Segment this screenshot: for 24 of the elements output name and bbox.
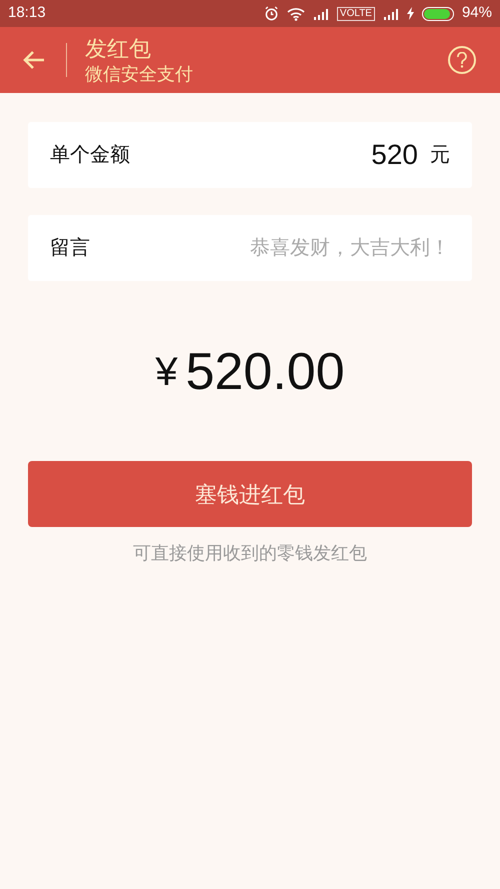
- hint-text: 可直接使用收到的零钱发红包: [133, 542, 367, 565]
- message-label: 留言: [50, 236, 90, 261]
- total-amount: 520.00: [186, 342, 345, 403]
- charging-icon: [406, 7, 414, 20]
- page-subtitle: 微信安全支付: [85, 63, 193, 85]
- currency-symbol: ¥: [155, 349, 178, 396]
- amount-value: 520: [371, 138, 418, 172]
- message-field[interactable]: 留言 恭喜发财，大吉大利！: [28, 215, 472, 281]
- help-button[interactable]: [448, 46, 476, 74]
- back-arrow-icon: [22, 50, 46, 70]
- question-mark-icon: [457, 52, 467, 68]
- network-badge: VOLTE: [336, 6, 375, 20]
- message-input[interactable]: 恭喜发财，大吉大利！: [210, 233, 450, 263]
- status-time: 18:13: [8, 3, 46, 24]
- battery-icon: [422, 6, 454, 20]
- signal-icon: [382, 8, 399, 20]
- alarm-icon: [264, 6, 279, 21]
- battery-percent: 94%: [462, 3, 492, 24]
- amount-label: 单个金额: [50, 143, 130, 168]
- wifi-icon: [286, 6, 305, 20]
- signal-icon: [312, 8, 329, 20]
- amount-field[interactable]: 单个金额 520 元: [28, 122, 472, 188]
- amount-unit: 元: [430, 143, 450, 168]
- page-title: 发红包: [85, 35, 152, 63]
